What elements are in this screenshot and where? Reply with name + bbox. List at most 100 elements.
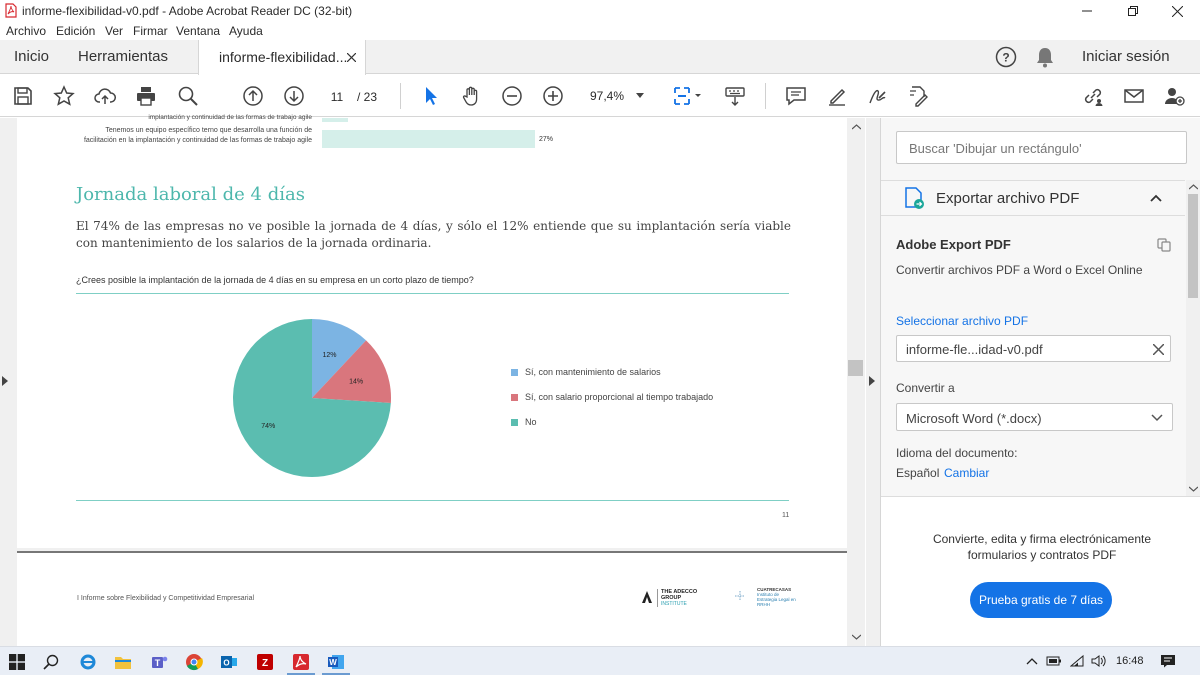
share-link-button[interactable] (1080, 84, 1106, 108)
minimize-button[interactable] (1064, 0, 1110, 22)
battery-icon[interactable] (1046, 655, 1062, 667)
section-paragraph: El 74% de las empresas no ve posible la … (76, 219, 791, 250)
help-icon[interactable]: ? (995, 46, 1017, 68)
taskbar-search-button[interactable] (40, 651, 62, 673)
signin-link[interactable]: Iniciar sesión (1082, 40, 1170, 74)
add-user-button[interactable] (1161, 84, 1187, 108)
restore-icon (1128, 6, 1138, 16)
start-button[interactable] (6, 651, 28, 673)
restore-button[interactable] (1110, 0, 1156, 22)
select-tool-button[interactable] (418, 84, 444, 108)
fit-page-button[interactable] (670, 84, 704, 108)
wifi-icon[interactable] (1070, 654, 1084, 668)
panel-scrollbar[interactable] (1186, 180, 1200, 496)
notifications-icon[interactable] (1160, 654, 1176, 668)
acrobat-icon (5, 3, 17, 18)
page-number-input[interactable]: 11 (322, 87, 352, 107)
close-tab-icon[interactable] (347, 53, 356, 62)
menu-ver[interactable]: Ver (105, 24, 123, 38)
save-button[interactable] (10, 84, 36, 108)
print-button[interactable] (133, 84, 159, 108)
selected-file-name: informe-fle...idad-v0.pdf (906, 342, 1043, 357)
hand-tool-button[interactable] (458, 84, 484, 108)
convert-description: Convertir archivos PDF a Word o Excel On… (896, 263, 1143, 277)
taskbar-acrobat[interactable] (290, 651, 312, 673)
tab-document[interactable]: informe-flexibilidad... (198, 40, 366, 75)
menu-edicion[interactable]: Edición (56, 24, 95, 38)
taskbar-word[interactable]: W (325, 651, 347, 673)
menu-ayuda[interactable]: Ayuda (229, 24, 263, 38)
copy-icon[interactable] (1157, 238, 1171, 252)
fill-sign-icon (910, 86, 928, 107)
prev-page-button[interactable] (240, 84, 266, 108)
filezilla-icon: Z (257, 654, 273, 670)
upload-button[interactable] (92, 84, 118, 108)
bell-icon[interactable] (1035, 46, 1055, 68)
close-button[interactable] (1154, 0, 1200, 22)
taskbar-outlook[interactable]: O (218, 651, 240, 673)
zoom-in-button[interactable] (540, 84, 566, 108)
scroll-mode-button[interactable] (722, 84, 748, 108)
clear-file-icon[interactable] (1153, 344, 1164, 355)
fill-sign-button[interactable] (905, 84, 931, 108)
highlight-button[interactable] (824, 84, 850, 108)
menu-archivo[interactable]: Archivo (6, 24, 46, 38)
tab-tools[interactable]: Herramientas (78, 40, 168, 74)
zoom-out-icon (502, 86, 522, 106)
chart-top-rule (76, 293, 789, 294)
volume-icon[interactable] (1091, 654, 1107, 668)
adobe-export-title: Adobe Export PDF (896, 237, 1011, 252)
sign-button[interactable] (864, 84, 890, 108)
expand-left-icon[interactable] (2, 376, 8, 386)
collapse-panel-icon[interactable] (869, 376, 875, 386)
zoom-out-button[interactable] (499, 84, 525, 108)
pen-icon (829, 88, 846, 106)
taskbar-ie[interactable] (77, 651, 99, 673)
taskbar-teams[interactable]: T (148, 651, 170, 673)
clock[interactable]: 16:48 (1116, 655, 1144, 667)
panel-scrollbar-thumb[interactable] (1188, 194, 1198, 298)
chevron-up-icon[interactable] (1150, 194, 1162, 202)
pdf-page: implantación y continuidad de las formas… (17, 114, 847, 548)
pdf-page-next: I Informe sobre Flexibilidad y Competiti… (17, 551, 847, 646)
adecco-logo-text: THE ADECCO GROUP (661, 589, 698, 601)
scroll-down-icon[interactable] (852, 634, 861, 640)
email-button[interactable] (1121, 84, 1147, 108)
bookmark-button[interactable] (51, 84, 77, 108)
tools-search-input[interactable]: Buscar 'Dibujar un rectángulo' (896, 131, 1187, 164)
menu-firmar[interactable]: Firmar (133, 24, 168, 38)
select-file-link[interactable]: Seleccionar archivo PDF (896, 314, 1028, 328)
taskbar-chrome[interactable] (183, 651, 205, 673)
folder-icon (115, 657, 131, 669)
menu-ventana[interactable]: Ventana (176, 24, 220, 38)
pie-slice-label: 74% (261, 423, 275, 430)
hand-icon (462, 86, 478, 106)
tab-home[interactable]: Inicio (14, 40, 49, 74)
next-page-button[interactable] (281, 84, 307, 108)
panel-gutter (866, 118, 880, 646)
taskbar-filezilla[interactable]: Z (254, 651, 276, 673)
panel-scroll-up-icon[interactable] (1189, 184, 1198, 190)
panel-scroll-down-icon[interactable] (1189, 486, 1198, 492)
format-select[interactable]: Microsoft Word (*.docx) (896, 403, 1173, 431)
export-pdf-header[interactable]: Exportar archivo PDF (881, 180, 1185, 216)
fit-page-icon (674, 87, 701, 105)
tools-search-placeholder: Buscar 'Dibujar un rectángulo' (909, 141, 1082, 156)
free-trial-button[interactable]: Prueba gratis de 7 días (970, 582, 1112, 618)
svg-text:T: T (155, 658, 161, 668)
cuatrecasas-logo-sub: Instituto de Estrategia Legal en RRHH (757, 592, 796, 607)
scrollbar-thumb[interactable] (848, 360, 863, 376)
comment-button[interactable] (783, 84, 809, 108)
scroll-up-icon[interactable] (852, 124, 861, 130)
change-language-link[interactable]: Cambiar (944, 466, 989, 480)
zoom-select[interactable]: 97,4% (582, 85, 654, 107)
link-user-icon (1084, 88, 1103, 106)
chevron-up-icon[interactable] (1026, 657, 1038, 665)
document-viewport[interactable]: implantación y continuidad de las formas… (0, 114, 865, 646)
taskbar-explorer[interactable] (112, 651, 134, 673)
document-scrollbar[interactable] (848, 118, 865, 646)
search-button[interactable] (175, 84, 201, 108)
selected-file-field[interactable]: informe-fle...idad-v0.pdf (896, 335, 1171, 362)
word-icon: W (328, 655, 344, 669)
internet-explorer-icon (80, 654, 96, 670)
